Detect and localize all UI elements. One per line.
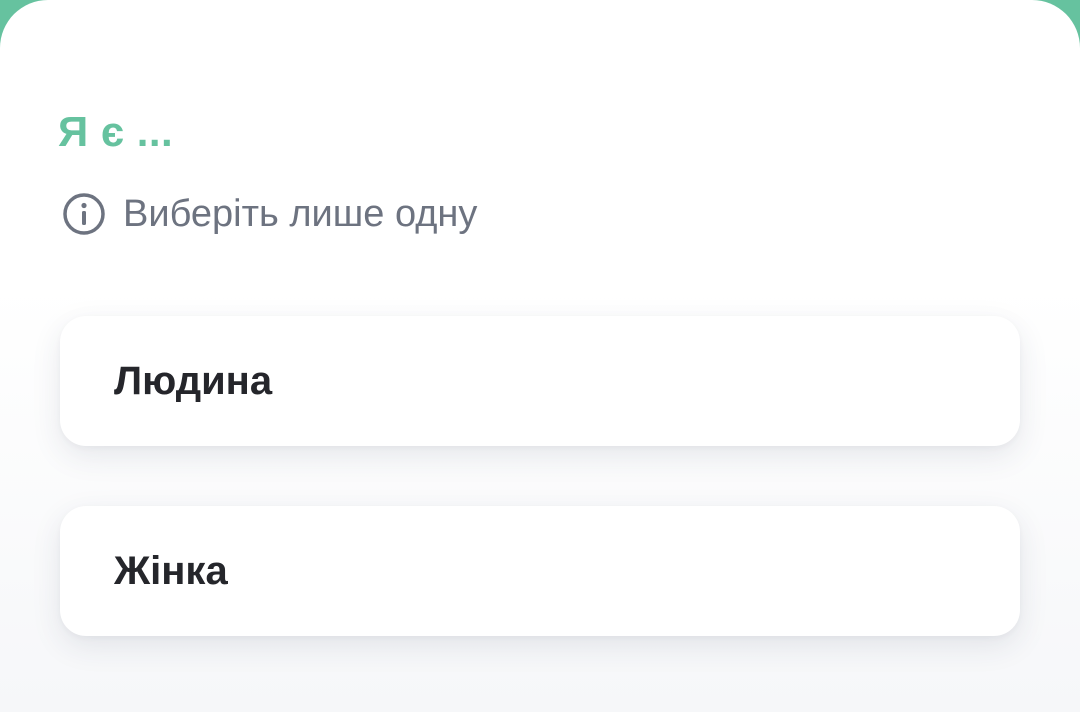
- option-card-human[interactable]: Людина: [60, 316, 1020, 446]
- option-card-woman[interactable]: Жінка: [60, 506, 1020, 636]
- hint-text: Виберіть лише одну: [123, 192, 478, 235]
- option-label: Жінка: [114, 548, 228, 593]
- question-sheet: Я є ... Виберіть лише одну Людина Жінка: [0, 0, 1080, 712]
- option-label: Людина: [114, 358, 273, 403]
- selection-hint: Виберіть лише одну: [62, 192, 477, 236]
- info-icon: [62, 192, 106, 236]
- question-title: Я є ...: [58, 108, 174, 155]
